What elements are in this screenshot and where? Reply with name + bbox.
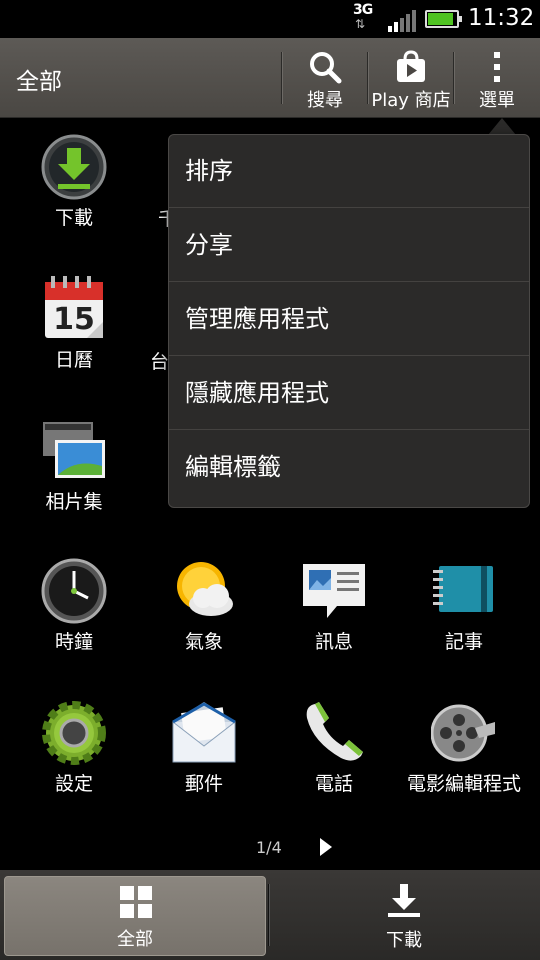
menu-item-manage-apps[interactable]: 管理應用程式 xyxy=(169,283,529,356)
app-messages[interactable]: 訊息 xyxy=(269,558,399,658)
app-label: 下載 xyxy=(54,207,93,229)
tab-all[interactable]: 全部 xyxy=(4,876,266,956)
app-label: 電話 xyxy=(314,773,353,795)
grid-icon xyxy=(120,886,152,918)
status-bar: 3G ⇅ 11:32 xyxy=(0,0,540,38)
app-label: 設定 xyxy=(54,773,93,795)
app-mail[interactable]: 郵件 xyxy=(139,700,269,820)
film-reel-icon xyxy=(431,704,495,762)
app-label: 記事 xyxy=(444,631,483,653)
battery-level xyxy=(428,13,453,25)
calendar-day: 15 xyxy=(53,302,95,337)
menu-item-sort[interactable]: 排序 xyxy=(169,135,529,208)
app-label: 電影編輯程式 xyxy=(406,773,521,795)
menu-pointer xyxy=(488,118,516,135)
tab-downloads[interactable]: 下載 xyxy=(272,876,536,956)
search-label: 搜尋 xyxy=(307,90,343,111)
bottom-tab-bar: 全部 下載 xyxy=(0,870,540,960)
menu-item-hide-apps[interactable]: 隱藏應用程式 xyxy=(169,357,529,430)
messages-icon xyxy=(303,564,365,618)
gallery-icon xyxy=(43,422,105,478)
tab-all-label: 全部 xyxy=(117,929,153,950)
action-bar-divider xyxy=(367,52,368,104)
settings-gear-icon xyxy=(42,701,106,765)
menu-item-share[interactable]: 分享 xyxy=(169,209,529,282)
clock-icon xyxy=(41,558,107,624)
download-tray-icon xyxy=(388,884,420,917)
overflow-menu-button[interactable]: 選單 xyxy=(462,44,532,114)
app-phone[interactable]: 電話 xyxy=(269,700,399,820)
app-weather[interactable]: 氣象 xyxy=(139,558,269,658)
status-clock: 11:32 xyxy=(468,5,535,31)
page-indicator: 1/4 xyxy=(256,838,282,857)
data-arrows-icon: ⇅ xyxy=(355,17,365,31)
play-store-button[interactable]: Play 商店 xyxy=(370,44,452,114)
app-label: 相片集 xyxy=(45,491,103,513)
mail-icon xyxy=(172,702,236,763)
search-icon xyxy=(310,52,342,84)
overflow-dropdown-menu: 排序 分享 管理應用程式 隱藏應用程式 編輯標籤 xyxy=(168,134,530,508)
app-download[interactable]: 下載 xyxy=(9,134,139,234)
app-label: 日曆 xyxy=(54,349,93,371)
notes-icon xyxy=(433,566,493,612)
play-arrow-icon[interactable] xyxy=(318,836,334,858)
menu-item-edit-tabs[interactable]: 編輯標籤 xyxy=(169,431,529,504)
play-store-icon xyxy=(397,50,425,82)
app-gallery[interactable]: 相片集 xyxy=(9,418,139,518)
download-icon xyxy=(41,134,107,200)
app-movie-editor[interactable]: 電影編輯程式 xyxy=(399,700,529,820)
app-label: 郵件 xyxy=(184,773,223,795)
tab-downloads-label: 下載 xyxy=(386,930,422,951)
overflow-menu-icon xyxy=(494,52,500,82)
app-clock[interactable]: 時鐘 xyxy=(9,558,139,658)
battery-icon xyxy=(425,10,462,28)
app-label: 訊息 xyxy=(314,631,353,653)
bottom-bar-divider xyxy=(268,884,269,946)
play-store-label: Play 商店 xyxy=(371,90,451,111)
app-notes[interactable]: 記事 xyxy=(399,558,529,658)
action-bar: 全部 搜尋 Play 商店 選單 xyxy=(0,38,540,118)
network-type: 3G xyxy=(353,2,373,18)
overflow-menu-label: 選單 xyxy=(479,90,515,111)
app-calendar[interactable]: 15 日曆 xyxy=(9,276,139,376)
page-title: 全部 xyxy=(16,69,62,95)
app-label: 時鐘 xyxy=(54,631,93,653)
phone-icon xyxy=(306,702,363,761)
action-bar-divider xyxy=(281,52,282,104)
app-settings[interactable]: 設定 xyxy=(9,700,139,820)
app-label: 氣象 xyxy=(184,631,223,653)
weather-icon xyxy=(177,562,233,616)
action-bar-divider xyxy=(453,52,454,104)
search-button[interactable]: 搜尋 xyxy=(290,44,360,114)
partial-app-label: 台 xyxy=(150,351,170,373)
signal-icon xyxy=(388,10,416,32)
